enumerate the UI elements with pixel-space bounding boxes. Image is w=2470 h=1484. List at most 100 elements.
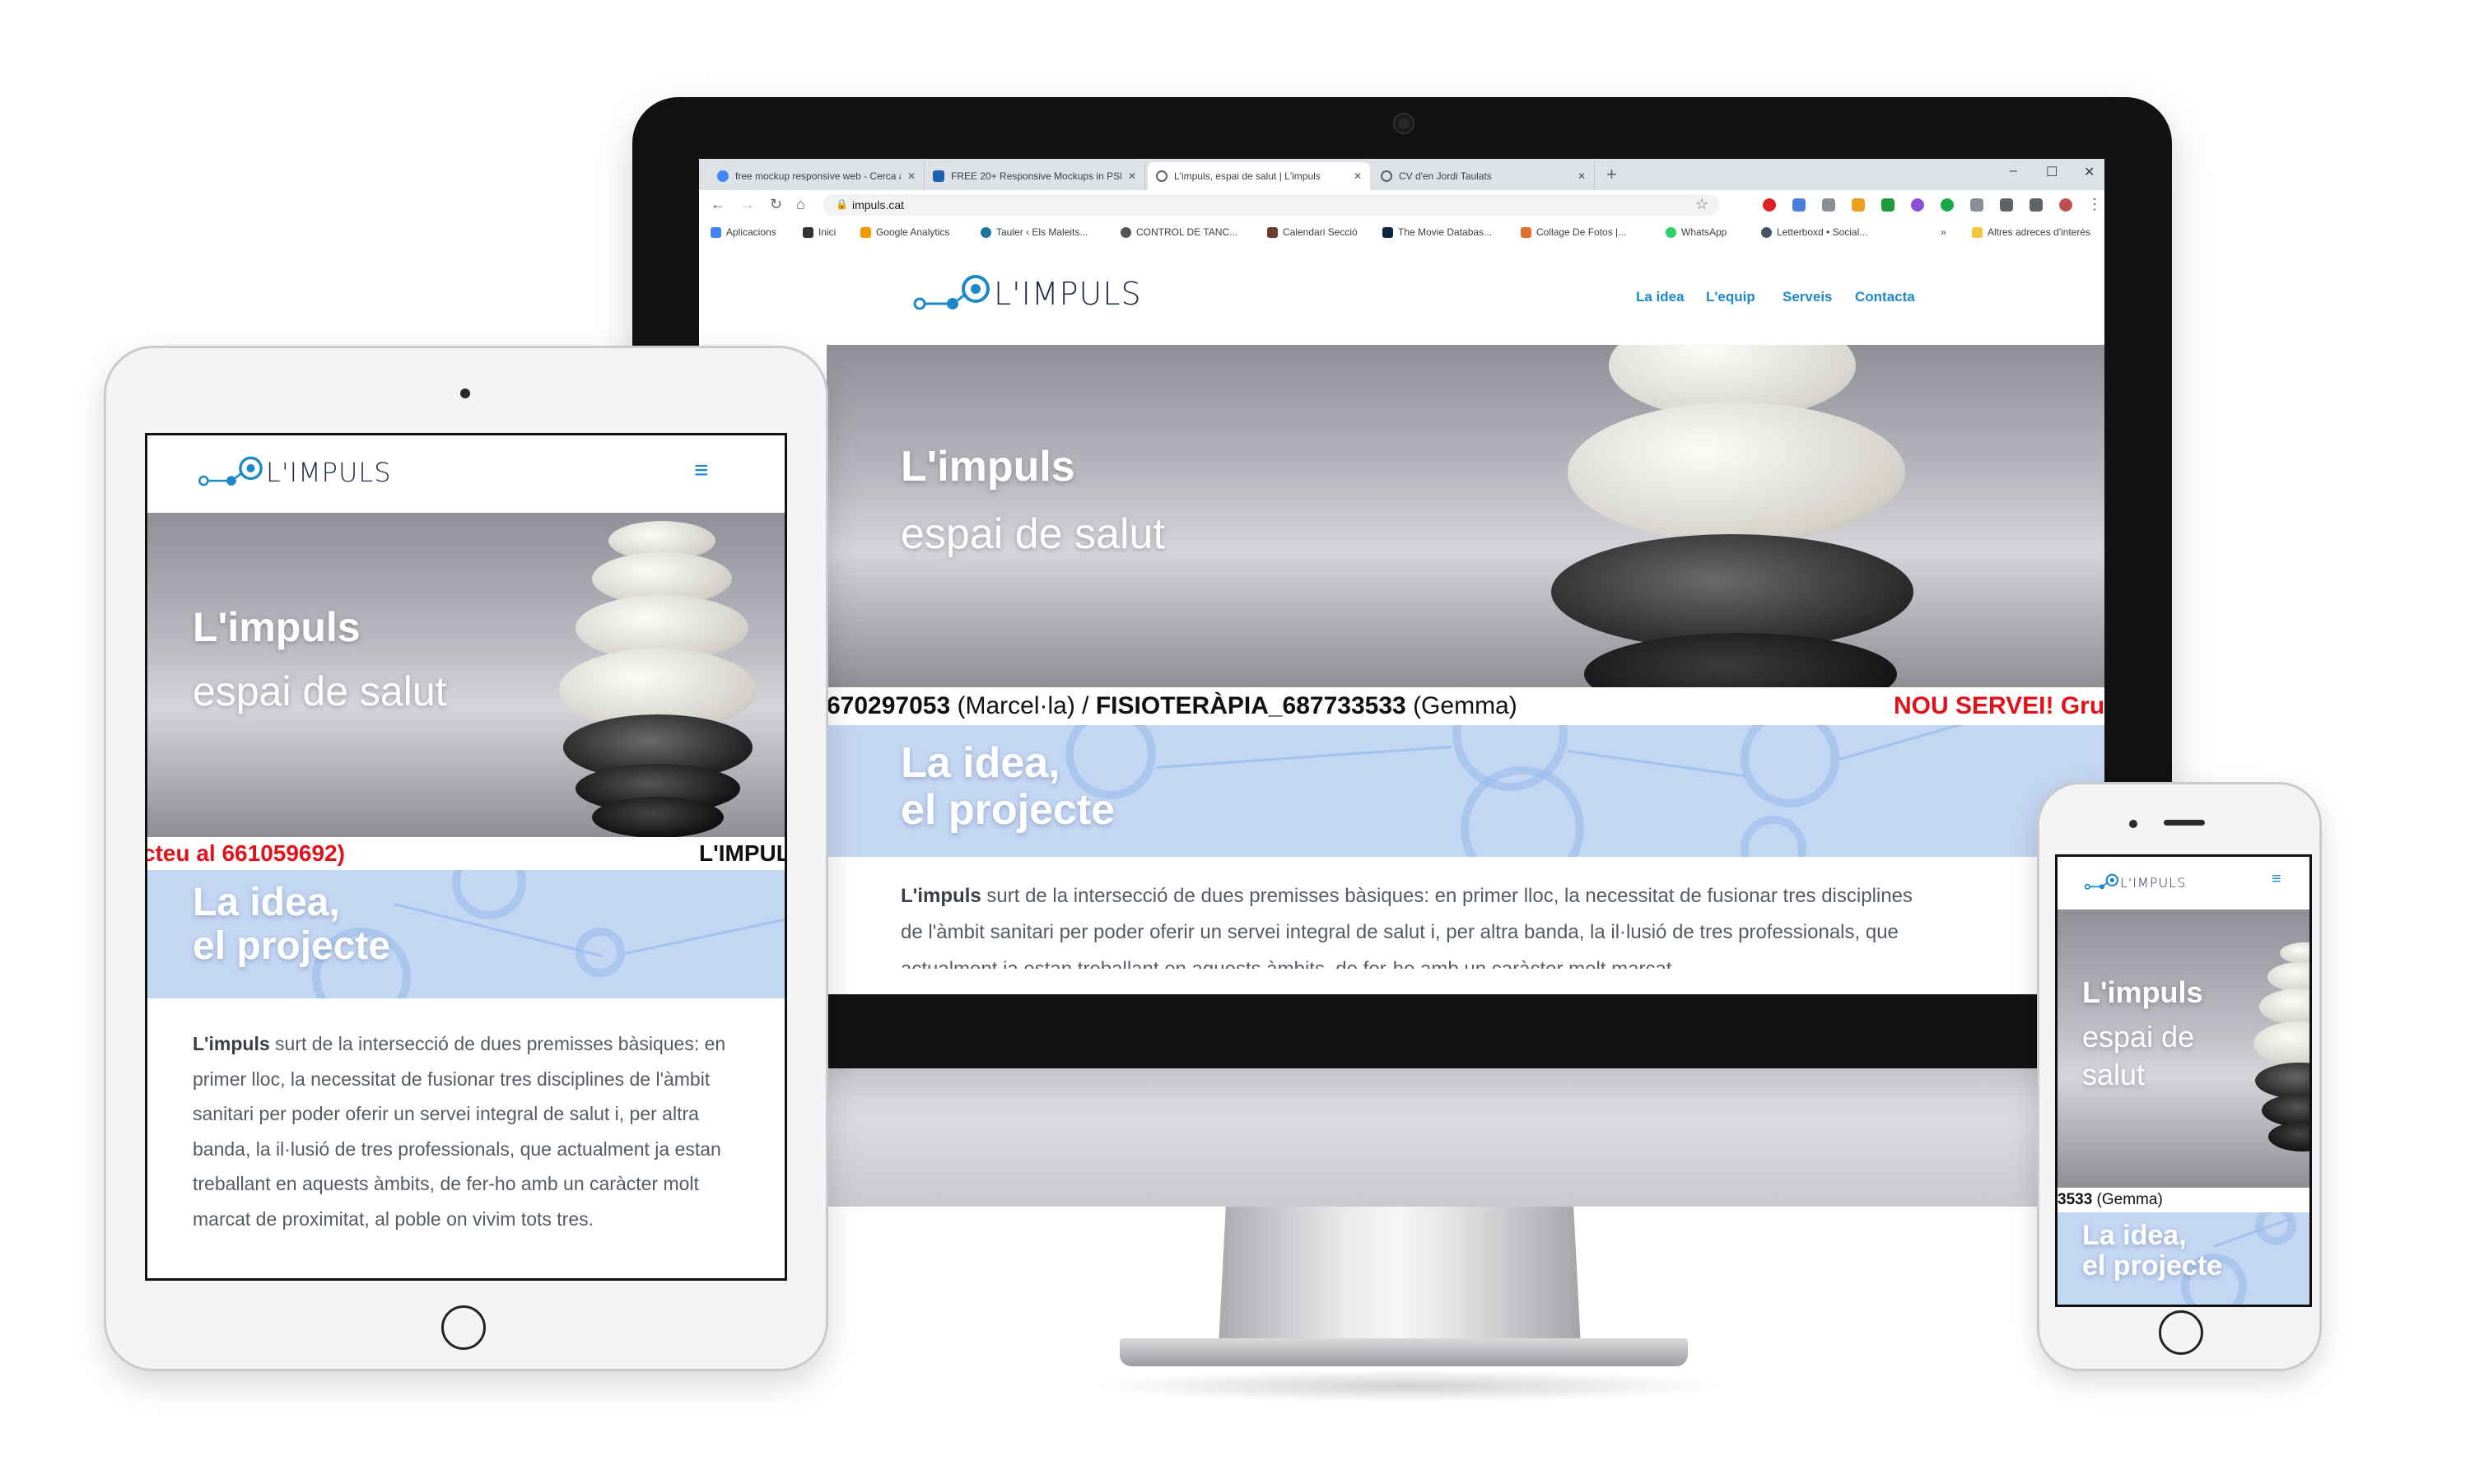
- collage-icon: [1521, 226, 1531, 238]
- vpn-extension-icon[interactable]: [1941, 198, 1954, 212]
- close-tab-icon[interactable]: ✕: [907, 170, 916, 182]
- tool-extension-icon[interactable]: [1852, 198, 1865, 212]
- close-window-button[interactable]: ✕: [2084, 164, 2095, 180]
- hero-subtitle: espai de salut: [193, 668, 447, 714]
- url-text: impuls.cat: [852, 198, 905, 212]
- nav-link-contacta[interactable]: Contacta: [1855, 289, 1915, 305]
- home-button[interactable]: [2159, 1310, 2203, 1355]
- close-tab-icon[interactable]: ✕: [1128, 170, 1136, 182]
- bookmark-folder[interactable]: Altres adreces d'interès: [1972, 226, 2090, 238]
- address-bar[interactable]: 🔒 impuls.cat ☆: [823, 194, 1720, 216]
- imac-shadow: [1087, 1370, 1729, 1403]
- downloads-icon[interactable]: [2000, 198, 2013, 212]
- hero-title: L'impuls: [901, 443, 1075, 491]
- grid-extension-icon[interactable]: [1970, 198, 1983, 212]
- site-favicon-icon: [803, 226, 813, 238]
- imac-stand-neck: [1219, 1207, 1581, 1347]
- profile-avatar[interactable]: [2059, 198, 2072, 212]
- decor-line: [1155, 745, 1452, 769]
- idea-title: La idea, el projecte: [193, 881, 391, 968]
- home-button[interactable]: [441, 1305, 486, 1350]
- bookmark-item[interactable]: CONTROL DE TANC...: [1121, 226, 1237, 238]
- wordpress-icon: [981, 226, 991, 238]
- new-tab-button[interactable]: +: [1606, 165, 1617, 184]
- browser-tab[interactable]: FREE 20+ Responsive Mockups in PSD ✕: [925, 162, 1145, 190]
- idea-paragraph: L'impuls surt de la intersecció de dues …: [193, 1033, 726, 1230]
- hero-subtitle: salut: [2082, 1058, 2146, 1091]
- lock-icon: 🔒: [836, 198, 848, 210]
- news-ticker: cteu al 661059692) L'IMPUL: [147, 837, 785, 870]
- bookmarks-bar: Aplicacions Inici Google Analytics Taule…: [699, 220, 2104, 247]
- globe-icon: [1156, 170, 1167, 182]
- imac-chin: [632, 1057, 2172, 1207]
- google-icon: [717, 170, 729, 182]
- decor-line: [624, 918, 785, 955]
- puzzle-icon[interactable]: [2030, 198, 2043, 212]
- hero-subtitle: espai de: [2082, 1020, 2195, 1054]
- ticker-alert: NOU SERVEI! Grup: [1894, 692, 2104, 719]
- browser-tab[interactable]: free mockup responsive web - Cerca amb G…: [709, 162, 925, 190]
- hero-banner: L'impuls espai de salut: [2058, 909, 2309, 1188]
- bookmark-item[interactable]: Aplicacions: [711, 226, 776, 238]
- letterboxd-icon: [1761, 226, 1772, 238]
- idea-paragraph: L'impuls surt de la intersecció de dues …: [901, 885, 1913, 969]
- camera-icon: [1395, 114, 1413, 133]
- bookmark-item[interactable]: Collage De Fotos |...: [1521, 226, 1626, 238]
- hero-subtitle: espai de salut: [901, 510, 1165, 558]
- tmdb-icon: [1382, 226, 1393, 238]
- bookmark-star-icon[interactable]: ☆: [1695, 196, 1708, 213]
- site-header: L'IMPULS La idea L'equip Serveis Contact…: [699, 246, 2104, 345]
- whatsapp-icon: [1666, 226, 1676, 238]
- decor-line: [1839, 725, 2046, 761]
- ticker-alert: cteu al 661059692): [147, 840, 345, 866]
- camera-icon: [460, 388, 470, 398]
- back-arrow-icon[interactable]: ←: [711, 197, 725, 212]
- site-logo[interactable]: L'IMPULS: [2084, 872, 2186, 893]
- download-extension-icon[interactable]: [1881, 198, 1894, 212]
- site-favicon-icon: [933, 170, 944, 182]
- decor-line: [1567, 750, 1748, 778]
- hero-banner: L'impuls espai de salut: [827, 345, 2104, 687]
- hamburger-menu-icon[interactable]: ≡: [694, 457, 709, 485]
- apps-grid-icon: [711, 226, 721, 238]
- decor-circle: [1741, 725, 1839, 807]
- desktop-screen: free mockup responsive web - Cerca amb G…: [699, 159, 2104, 994]
- menu-dots-icon[interactable]: ⋮: [2087, 197, 2102, 212]
- calendar-icon: [1267, 226, 1278, 238]
- browser-toolbar: ← → ↻ ⌂ 🔒 impuls.cat ☆ ⋮: [699, 190, 2104, 220]
- nav-link-idea[interactable]: La idea: [1636, 289, 1685, 305]
- reload-icon[interactable]: ↻: [770, 197, 782, 212]
- minimize-button[interactable]: –: [2010, 164, 2017, 179]
- globe-icon: [1121, 226, 1131, 238]
- firefox-extension-icon[interactable]: [1911, 198, 1924, 212]
- bookmark-item[interactable]: The Movie Databas...: [1382, 226, 1492, 238]
- site-logo[interactable]: L'IMPULS: [911, 271, 1142, 317]
- browser-tab[interactable]: CV d'en Jordi Taulats ✕: [1372, 162, 1595, 190]
- camera-extension-icon[interactable]: [1822, 198, 1835, 212]
- bookmark-item[interactable]: WhatsApp: [1666, 226, 1727, 238]
- translate-extension-icon[interactable]: [1792, 198, 1806, 212]
- bookmark-item[interactable]: Tauler ‹ Els Maleits...: [981, 226, 1088, 238]
- forward-arrow-icon[interactable]: →: [740, 197, 755, 212]
- hero-title: L'impuls: [2082, 975, 2203, 1009]
- bookmark-item[interactable]: Calendari Secció: [1267, 226, 1358, 238]
- home-icon[interactable]: ⌂: [796, 197, 805, 212]
- close-tab-icon[interactable]: ✕: [1354, 170, 1362, 182]
- opera-extension-icon[interactable]: [1763, 198, 1776, 212]
- hamburger-menu-icon[interactable]: ≡: [2272, 870, 2281, 889]
- close-tab-icon[interactable]: ✕: [1578, 170, 1586, 182]
- bookmark-item[interactable]: Letterboxd • Social...: [1761, 226, 1867, 238]
- site-logo[interactable]: L'IMPULS: [197, 452, 392, 493]
- news-ticker: 3533 (Gemma): [2058, 1188, 2309, 1212]
- idea-title: La idea, el projecte: [901, 739, 1116, 835]
- decor-circle: [452, 870, 526, 919]
- bookmark-item[interactable]: Inici: [803, 226, 836, 238]
- browser-tab-active[interactable]: L'impuls, espai de salut | L'impuls ✕: [1148, 162, 1370, 190]
- bookmark-item[interactable]: Google Analytics: [860, 226, 949, 238]
- idea-section-header: La idea, el projecte: [2058, 1212, 2309, 1305]
- folder-icon: [1972, 226, 1983, 238]
- bookmarks-overflow-button[interactable]: »: [1941, 226, 1946, 238]
- nav-link-serveis[interactable]: Serveis: [1783, 289, 1833, 305]
- nav-link-equip[interactable]: L'equip: [1706, 289, 1755, 305]
- maximize-button[interactable]: ☐: [2046, 164, 2058, 180]
